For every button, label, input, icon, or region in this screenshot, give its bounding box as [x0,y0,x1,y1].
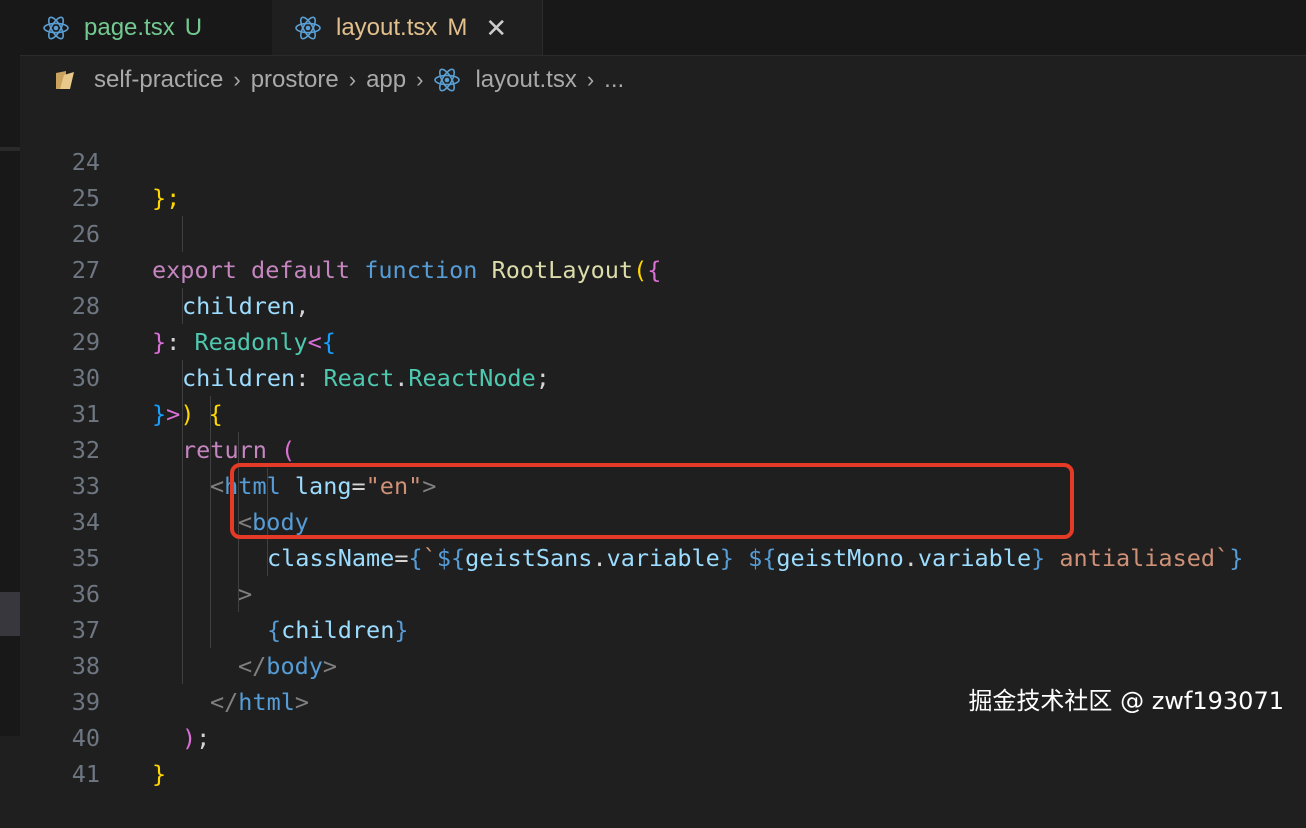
code-editor[interactable]: 24 }; 25 26 export default function Root… [20,108,1306,788]
code-line: 34 className={`${geistSans.variable} ${g… [20,468,1244,572]
activity-bar-divider [0,147,20,151]
code-line: 31 return ( [20,360,296,464]
tab-page-tsx[interactable]: page.tsx U [20,0,273,55]
code-text: className={`${geistSans.variable} ${geis… [267,544,1244,572]
folder-icon [56,71,74,89]
close-icon[interactable]: ✕ [485,15,507,41]
code-text: </html> [210,688,310,716]
chevron-right-icon: › [416,67,424,92]
chevron-right-icon: › [348,67,357,92]
line-number: 41 [71,760,100,788]
chevron-right-icon: › [586,67,595,92]
code-text: {children} [267,616,409,644]
breadcrumb-item-layout[interactable]: layout.tsx [475,66,576,94]
code-line: 24 }; [20,108,181,212]
git-status-badge: M [447,13,468,41]
react-icon [43,16,69,39]
breadcrumb-item-prostore[interactable]: prostore [251,66,339,94]
code-line: 27 children, [20,216,310,320]
breadcrumb: self-practice › prostore › app › layout.… [52,58,624,102]
code-text: ); [182,724,211,752]
code-line: 32 <html lang="en"> [20,396,437,500]
code-text: } [152,760,167,788]
code-line: 35 > [20,504,252,608]
code-line: 26 export default function RootLayout({ [20,180,662,284]
code-text: children, [182,292,310,320]
tab-layout-tsx[interactable]: layout.tsx M ✕ [272,0,543,55]
git-status-badge: U [184,13,203,41]
tab-label: page.tsx [84,13,175,41]
breadcrumb-item-self-practice[interactable]: self-practice [94,66,223,94]
chevron-right-icon: › [233,67,241,92]
highlight-annotation-box [230,463,1074,539]
code-line: 40 } [20,684,166,788]
code-text: </body> [238,652,338,680]
code-text: children: React.ReactNode; [182,364,550,392]
code-line: 29 children: React.ReactNode; [20,288,550,392]
code-text: > [238,580,253,608]
breadcrumb-item-more[interactable]: ... [604,66,624,94]
breadcrumb-item-app[interactable]: app [366,66,406,94]
code-line: 36 {children} [20,540,409,644]
code-line: 41 [20,720,100,788]
code-text: export default function RootLayout({ [152,256,662,284]
code-line: 38 </html> [20,612,309,716]
indent-guide [182,216,183,252]
code-line: 33 <body [20,432,309,536]
code-text: }; [152,184,181,212]
code-line: 25 [20,144,100,212]
editor-tab-bar: page.tsx U layout.tsx M ✕ [20,0,1306,56]
code-line: 37 </body> [20,576,337,680]
code-text: }: Readonly<{ [152,328,336,356]
code-line: 30 }>) { [20,324,223,428]
tab-label: layout.tsx [336,13,438,41]
watermark: 掘金技术社区 @ zwf193071 [968,687,1284,715]
code-line: 28 }: Readonly<{ [20,252,336,356]
activity-bar-selected-item[interactable] [0,592,20,636]
react-icon [434,68,461,92]
code-text: }>) { [152,400,223,428]
activity-bar [0,0,20,736]
react-icon [295,16,321,39]
code-line: 39 ); [20,648,211,752]
